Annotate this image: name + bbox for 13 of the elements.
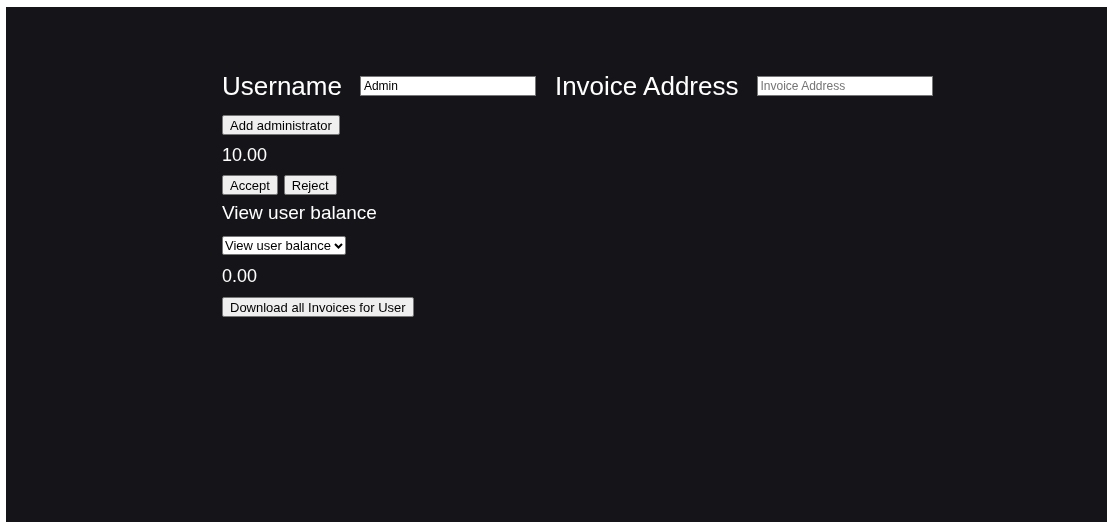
invoice-address-field[interactable]: Invoice Address [756, 76, 933, 96]
pending-amount: 10.00 [222, 144, 269, 166]
chevron-down-icon [334, 242, 343, 249]
add-administrator-button[interactable]: Add administrator [222, 115, 340, 135]
balance-heading: View user balance [222, 201, 378, 225]
username-field[interactable]: Admin [359, 76, 536, 96]
invoice-address-label: Invoice Address [554, 70, 739, 102]
decision-button[interactable]: Reject [283, 175, 337, 195]
balance-amount: 0.00 [222, 265, 259, 287]
download-invoices-button[interactable]: Download all Invoices for User [222, 297, 414, 317]
balance-select[interactable]: View user balance [222, 236, 346, 255]
decision-button[interactable]: Accept [222, 175, 278, 195]
username-label: Username [222, 70, 342, 102]
